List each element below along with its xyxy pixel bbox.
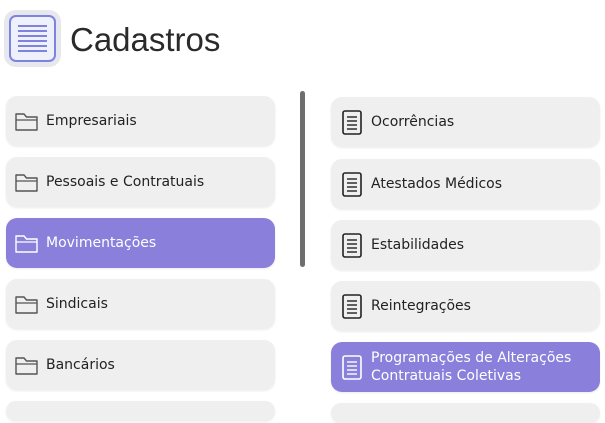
- folder-icon: [15, 174, 38, 192]
- menu-item-label: Reintegrações: [371, 298, 471, 314]
- menu-item-programacoes-alteracoes-contratuais-coletivas[interactable]: Programações de Alterações Contratuais C…: [331, 342, 600, 392]
- page-title: Cadastros: [70, 21, 221, 58]
- folder-icon: [15, 357, 38, 375]
- document-icon: [342, 172, 362, 197]
- menu-item-label: Ocorrências: [371, 114, 455, 130]
- folder-icon: [15, 296, 38, 314]
- menu-item-label: Sindicais: [46, 296, 108, 312]
- menu-item-ocorrencias[interactable]: Ocorrências: [331, 97, 600, 147]
- menu-item-movimentacoes[interactable]: Movimentações: [6, 218, 275, 268]
- document-icon: [342, 110, 362, 135]
- document-icon: [342, 355, 362, 380]
- menu-item-label: Bancários: [46, 357, 115, 373]
- menu-item-atestados-medicos[interactable]: Atestados Médicos: [331, 159, 600, 209]
- cadastros-icon: [4, 10, 61, 67]
- menu-item-estabilidades[interactable]: Estabilidades: [331, 220, 600, 270]
- menu-item-partial[interactable]: [6, 401, 275, 421]
- menu-item-partial[interactable]: [331, 403, 600, 423]
- menu-item-label: Estabilidades: [371, 237, 465, 253]
- document-icon: [342, 294, 362, 319]
- menu-item-label: Empresariais: [46, 113, 137, 129]
- menu-item-label: Atestados Médicos: [371, 176, 503, 192]
- menu-item-reintegracoes[interactable]: Reintegrações: [331, 281, 600, 331]
- menu-item-empresariais[interactable]: Empresariais: [6, 96, 275, 146]
- menu-item-label: Movimentações: [46, 235, 157, 251]
- menu-item-pessoais-e-contratuais[interactable]: Pessoais e Contratuais: [6, 157, 275, 207]
- folder-icon: [15, 113, 38, 131]
- folder-icon: [15, 235, 38, 253]
- menu-item-bancarios[interactable]: Bancários: [6, 340, 275, 390]
- menu-item-label: Programações de Alterações Contratuais C…: [371, 350, 572, 384]
- menu-item-sindicais[interactable]: Sindicais: [6, 279, 275, 329]
- document-icon: [342, 233, 362, 258]
- scrollbar[interactable]: [300, 91, 305, 267]
- menu-item-label: Pessoais e Contratuais: [46, 174, 205, 190]
